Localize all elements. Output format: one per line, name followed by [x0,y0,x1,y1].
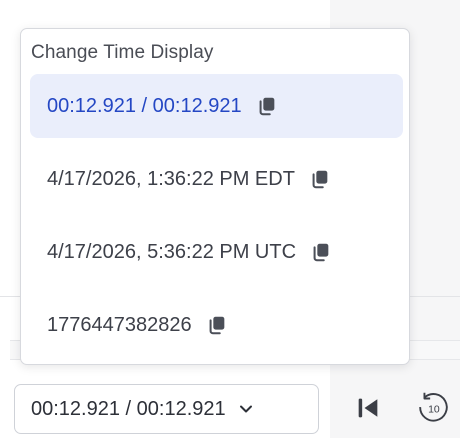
skip-to-start-icon [354,394,382,422]
skip-to-start-button[interactable] [348,388,388,428]
time-display-select[interactable]: 00:12.921 / 00:12.921 [14,384,319,434]
time-select-value: 00:12.921 / 00:12.921 [31,397,226,420]
time-option-epoch[interactable]: 1776447382826 [30,293,403,357]
time-option-relative[interactable]: 00:12.921 / 00:12.921 [30,74,403,138]
rewind-10-button[interactable]: 10 [413,388,453,428]
time-display-menu: Change Time Display 00:12.921 / 00:12.92… [20,28,410,365]
copy-icon[interactable] [206,314,228,336]
copy-icon[interactable] [256,95,278,117]
option-label: 4/17/2026, 1:36:22 PM EDT [47,167,295,190]
option-label: 1776447382826 [47,313,192,336]
time-option-utc[interactable]: 4/17/2026, 5:36:22 PM UTC [30,220,403,284]
time-option-local[interactable]: 4/17/2026, 1:36:22 PM EDT [30,147,403,211]
rewind-10-icon: 10 [414,389,452,427]
copy-icon[interactable] [310,241,332,263]
option-label: 4/17/2026, 5:36:22 PM UTC [47,240,297,263]
menu-title: Change Time Display [31,42,214,63]
copy-icon[interactable] [309,168,331,190]
rewind-10-label: 10 [428,404,440,415]
chevron-down-icon [238,401,254,417]
option-label: 00:12.921 / 00:12.921 [47,94,242,117]
